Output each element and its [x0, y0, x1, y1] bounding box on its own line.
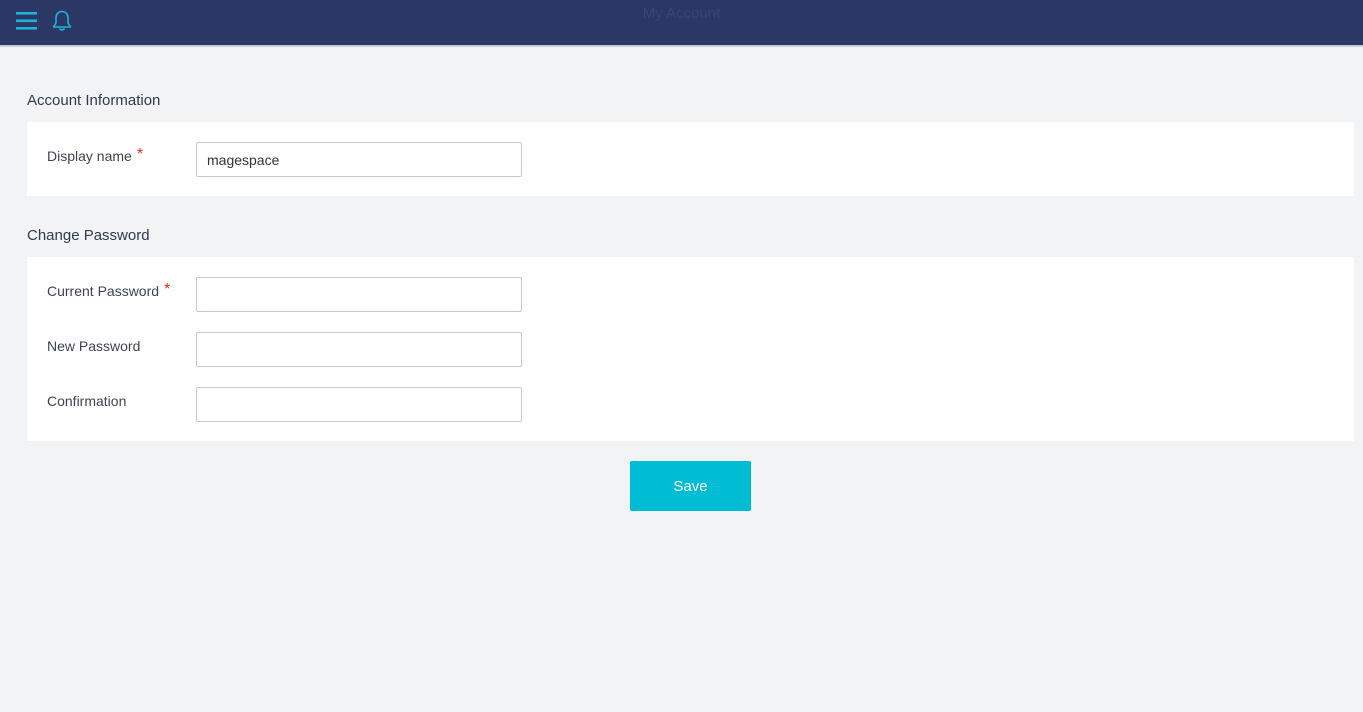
new-password-label: New Password — [47, 338, 141, 354]
confirmation-label: Confirmation — [47, 393, 127, 409]
top-bar: My Account — [0, 0, 1363, 47]
save-button[interactable]: Save — [630, 461, 751, 511]
confirmation-input[interactable] — [196, 387, 522, 422]
display-name-input[interactable] — [196, 142, 522, 177]
page-title: My Account — [642, 5, 721, 22]
new-password-input[interactable] — [196, 332, 522, 367]
current-password-label-text: Current Password — [47, 283, 160, 299]
change-password-title: Change Password — [27, 227, 150, 244]
current-password-label: Current Password * — [47, 281, 171, 301]
current-password-input[interactable] — [196, 277, 522, 312]
display-name-label-text: Display name — [47, 148, 132, 164]
account-information-title: Account Information — [27, 92, 161, 109]
account-information-card: Display name * — [27, 122, 1354, 196]
current-password-required-mark: * — [164, 281, 171, 298]
display-name-label: Display name * — [47, 146, 144, 166]
display-name-required-mark: * — [136, 146, 144, 163]
change-password-card: Current Password * New Password Confirmat… — [27, 257, 1354, 441]
